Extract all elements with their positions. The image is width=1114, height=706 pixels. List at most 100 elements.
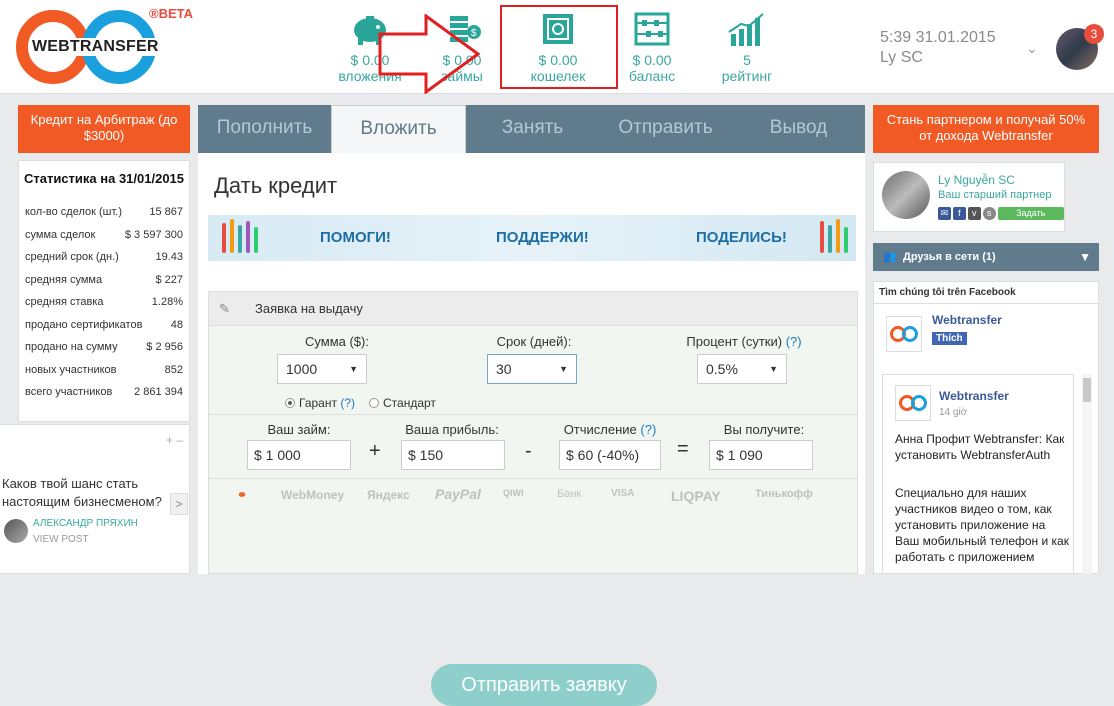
stat-value: 5 (743, 52, 751, 68)
loan-field[interactable]: $ 1 000 (247, 440, 351, 470)
stat-row: средняя сумма $ 227 (19, 269, 189, 292)
webtransfer-pay-icon: ⚭ (237, 488, 248, 502)
webtransfer-logo[interactable]: WEBTRANSFER ®BETA (16, 6, 193, 84)
rate-select[interactable]: 0.5% ▼ (697, 354, 787, 384)
stat-row-value: 15 867 (149, 206, 183, 219)
stat-row-label: продано на сумму (25, 341, 118, 354)
facebook-page-name[interactable]: Webtransfer (932, 313, 1002, 327)
amount-select[interactable]: 1000 ▼ (277, 354, 367, 384)
stat-row-label: средняя сумма (25, 273, 103, 286)
stat-row-label: новых участников (25, 363, 117, 376)
submit-request-button[interactable]: Отправить заявку (431, 664, 657, 706)
skype-icon[interactable]: s (982, 207, 996, 220)
stat-value: $ 0.00 (632, 52, 672, 68)
datetime-user: 5:39 31.01.2015 Ly SC (880, 28, 996, 68)
tab-withdraw[interactable]: Вывод (732, 105, 865, 153)
radio-guarantee[interactable]: Гарант (?) (285, 396, 355, 410)
pencil-icon: ✎ (219, 301, 230, 316)
tab-invest[interactable]: Вложить (331, 105, 466, 153)
senior-partner-card: Ly Nguyễn SC Ваш старший партнер ✉ f v s… (873, 162, 1065, 232)
loan-request-form: ✎ Заявка на выдачу Сумма ($): 1000 ▼ Срок… (208, 291, 858, 706)
minus-sign: - (525, 440, 532, 462)
next-arrow-icon[interactable]: > (170, 493, 188, 515)
webtransfer-page-logo[interactable] (886, 316, 922, 352)
banner-text-support: ПОДДЕРЖИ! (496, 229, 589, 246)
fee-label-text: Отчисление (563, 422, 637, 437)
abacus-icon (602, 6, 702, 46)
payment-webmoney: WebMoney (281, 488, 345, 502)
post-scrollbar[interactable] (1082, 374, 1092, 574)
mail-icon[interactable]: ✉ (938, 207, 951, 220)
support-banner: ПОМОГИ! ПОДДЕРЖИ! ПОДЕЛИСЬ! (208, 215, 856, 261)
receive-field[interactable]: $ 1 090 (709, 440, 813, 470)
post-author-logo[interactable] (895, 385, 931, 421)
author-avatar (4, 519, 28, 543)
partner-button[interactable]: Стань партнером и получай 50% от дохода … (873, 105, 1099, 153)
beta-badge: ®BETA (149, 6, 194, 21)
red-arrow-annotation (378, 14, 481, 94)
current-datetime: 5:39 31.01.2015 (880, 29, 996, 46)
partner-avatar[interactable] (882, 171, 930, 219)
facebook-icon[interactable]: f (952, 207, 966, 220)
fee-field[interactable]: $ 60 (-40%) (559, 440, 661, 470)
caret-down-icon: ▼ (349, 364, 358, 374)
tab-deposit[interactable]: Пополнить (198, 105, 331, 153)
post-text-1: Анна Профит Webtransfer: Как установить … (895, 432, 1065, 462)
radio-guarantee-label: Гарант (299, 396, 337, 410)
fee-label: Отчисление (?) (555, 422, 665, 437)
term-label: Срок (дней): (496, 334, 572, 349)
stat-row-value: 852 (164, 363, 183, 376)
vk-icon[interactable]: v (967, 207, 981, 220)
arbitrage-credit-button[interactable]: Кредит на Арбитраж (до $3000) (18, 105, 190, 153)
payment-liqpay: LIQPAY (671, 488, 721, 504)
users-icon: 👥 (883, 251, 897, 263)
partner-name[interactable]: Ly Nguyễn SC (938, 173, 1015, 187)
payment-visa-mastercard: VISA (611, 488, 635, 499)
friends-online-bar[interactable]: 👥 Друзья в сети (1) ▼ (873, 243, 1099, 271)
profit-field[interactable]: $ 150 (401, 440, 505, 470)
rate-hint-link[interactable]: (?) (786, 334, 802, 349)
post-author-name[interactable]: Webtransfer (939, 389, 1009, 403)
radio-standard[interactable]: Стандарт (369, 396, 436, 410)
stat-row: сумма сделок $ 3 597 300 (19, 224, 189, 247)
payment-yandex: Яндекс (367, 488, 410, 502)
popup-question[interactable]: Каков твой шанс стать настоящим бизнесме… (2, 475, 172, 511)
form-title: Заявка на выдачу (255, 301, 363, 316)
caret-down-icon: ▼ (1079, 250, 1091, 264)
payment-bank: Банк (557, 488, 582, 500)
author-name[interactable]: АЛЕКСАНДР ПРЯХИН (33, 518, 138, 529)
guarantee-hint-link[interactable]: (?) (340, 396, 355, 410)
stat-balance[interactable]: $ 0.00 баланс (602, 6, 702, 84)
stat-row-label: кол-во сделок (шт.) (25, 206, 123, 219)
notification-badge[interactable]: 3 (1084, 24, 1104, 44)
amount-value: 1000 (286, 361, 318, 377)
popup-window-controls[interactable]: + – (166, 433, 183, 447)
facebook-like-button[interactable]: Thích (932, 332, 967, 345)
post-text-2: Специально для наших участников видео о … (895, 486, 1069, 564)
facebook-post: Webtransfer 14 giờ Анна Профит Webtransf… (882, 374, 1074, 574)
stat-wallet[interactable]: $ 0.00 кошелек (508, 6, 608, 84)
equals-sign: = (677, 438, 689, 460)
stat-row-value: 1.28% (151, 296, 183, 309)
chevron-down-icon[interactable]: ⌄ (1026, 40, 1038, 57)
main-tabs: Пополнить Вложить Занять Отправить Вывод (198, 105, 865, 153)
fee-hint-link[interactable]: (?) (640, 422, 656, 437)
rate-value: 0.5% (706, 361, 738, 377)
stat-row-value: 2 861 394 (134, 386, 183, 399)
amount-label: Сумма ($): (305, 334, 369, 349)
view-post-link[interactable]: VIEW POST (33, 534, 89, 545)
stat-row: всего участников 2 861 394 (19, 381, 189, 404)
profit-label: Ваша прибыль: (405, 422, 499, 437)
stat-row-label: средняя ставка (25, 296, 104, 309)
post-time[interactable]: 14 giờ (939, 407, 967, 418)
ask-question-button[interactable]: Задать вопрос (997, 207, 1064, 231)
payment-paypal: PayPal (435, 486, 481, 502)
partner-subtitle: Ваш старший партнер (938, 189, 1052, 201)
term-select[interactable]: 30 ▼ (487, 354, 577, 384)
facebook-widget: Tìm chúng tôi trên Facebook Webtransfer … (873, 281, 1099, 574)
tab-borrow[interactable]: Занять (466, 105, 599, 153)
scrollbar-thumb[interactable] (1083, 378, 1091, 402)
form-header: ✎ Заявка на выдачу (209, 292, 857, 326)
tab-send[interactable]: Отправить (599, 105, 732, 153)
stat-rating[interactable]: 5 рейтинг (697, 6, 797, 84)
